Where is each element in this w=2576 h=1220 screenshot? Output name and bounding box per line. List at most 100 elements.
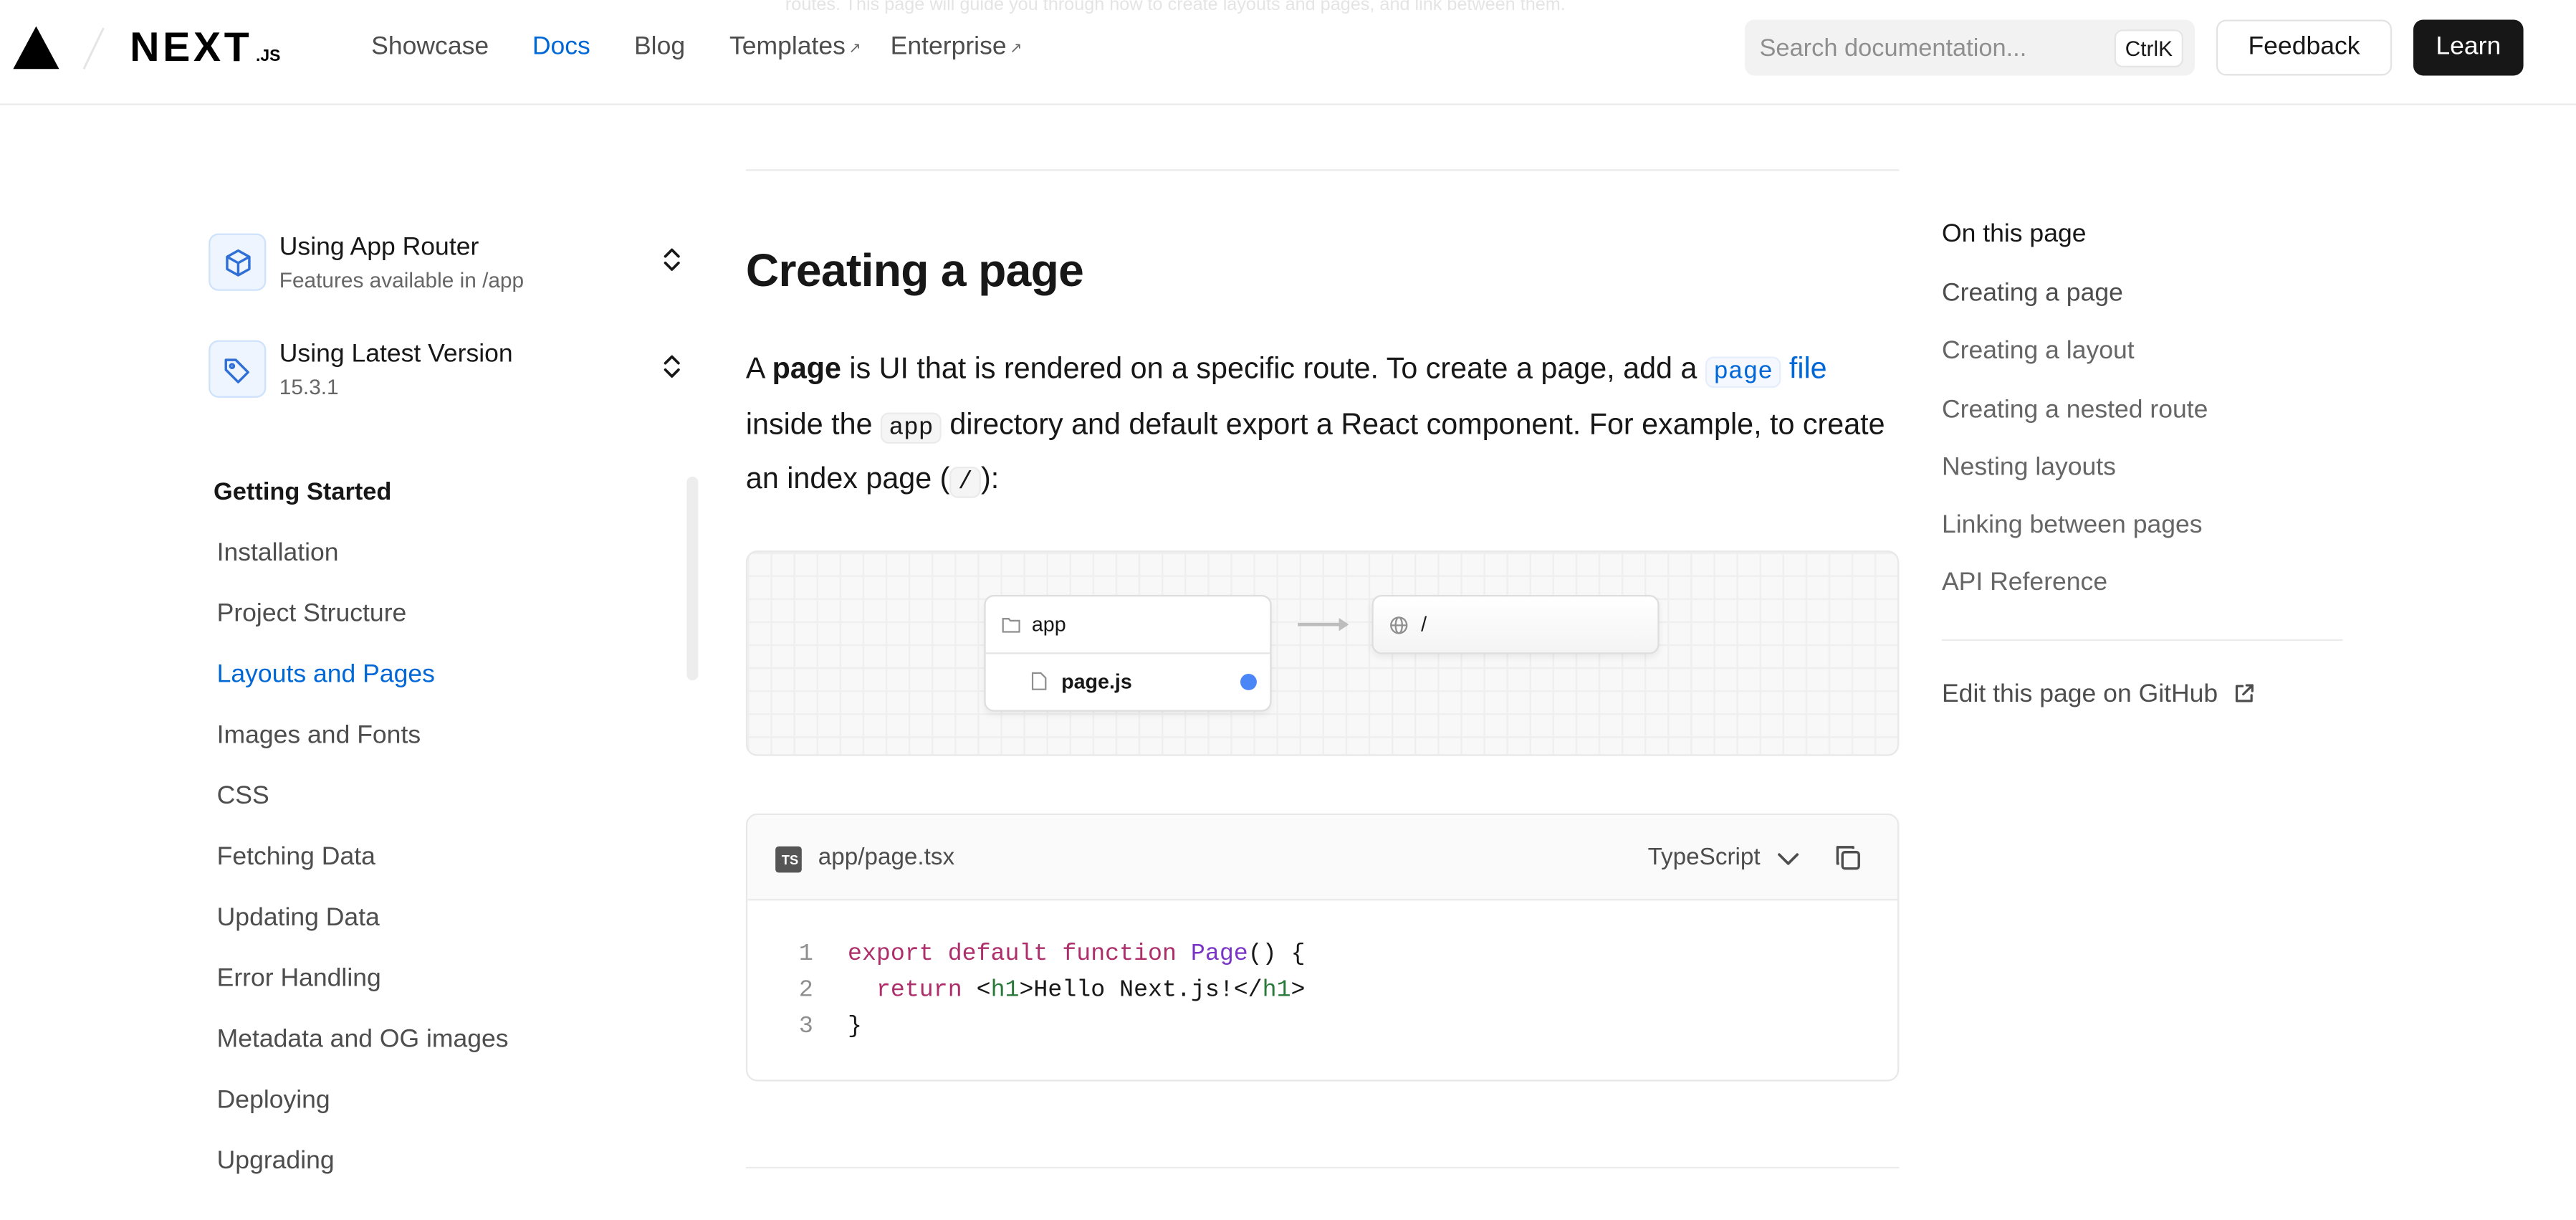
inline-code-slash: /	[949, 467, 981, 498]
learn-button[interactable]: Learn	[2413, 19, 2524, 76]
chevron-down-icon	[1777, 853, 1798, 865]
version-selector[interactable]: Using Latest Version 15.3.1	[209, 338, 691, 414]
sidebar-item-installation[interactable]: Installation	[217, 538, 339, 571]
nextjs-logo[interactable]: NEXT .JS	[130, 24, 281, 79]
code-token: h1	[990, 978, 1020, 1004]
line-number: 3	[798, 1014, 813, 1041]
external-link-icon: ↗	[848, 39, 861, 56]
edit-on-github-label: Edit this page on GitHub	[1941, 680, 2218, 709]
sidebar-item-layouts-and-pages[interactable]: Layouts and Pages	[217, 659, 435, 692]
sidebar-item-project-structure[interactable]: Project Structure	[217, 599, 407, 632]
diagram-file-label: page.js	[1061, 670, 1132, 694]
para-text: inside the	[745, 406, 881, 440]
sidebar-section-heading[interactable]: Getting Started	[214, 477, 391, 510]
nav-blog[interactable]: Blog	[634, 32, 685, 65]
sidebar-item-error-handling[interactable]: Error Handling	[217, 963, 381, 996]
code-line: 2 return <h1>Hello Next.js!</h1>	[747, 973, 1306, 1009]
copy-icon[interactable]	[1834, 843, 1863, 872]
typescript-file-icon: TS	[775, 846, 802, 873]
diagram-folder-box: app page.js	[984, 594, 1272, 712]
version-selector-subtitle: 15.3.1	[279, 374, 339, 400]
page-heading: Creating a page	[745, 244, 1084, 296]
sidebar-item-updating-data[interactable]: Updating Data	[217, 902, 380, 935]
sidebar-item-fetching-data[interactable]: Fetching Data	[217, 842, 375, 875]
intro-paragraph: A page is UI that is rendered on a speci…	[746, 343, 1904, 508]
code-token: function	[1062, 941, 1177, 968]
version-selector-title: Using Latest Version	[279, 340, 513, 368]
edit-on-github-link[interactable]: Edit this page on GitHub	[1942, 679, 2254, 712]
search-input[interactable]	[1759, 31, 2089, 65]
top-header: routes. This page will guide you through…	[0, 0, 2576, 105]
para-text: ):	[980, 462, 1000, 495]
sidebar-item-css[interactable]: CSS	[217, 781, 269, 814]
external-link-icon: ↗	[1010, 39, 1023, 56]
code-token: Page	[1190, 941, 1248, 968]
sidebar-item-deploying[interactable]: Deploying	[217, 1085, 330, 1117]
toc-item-creating-a-layout[interactable]: Creating a layout	[1942, 335, 2135, 368]
active-file-indicator	[1240, 674, 1257, 690]
code-token: <	[976, 978, 991, 1004]
code-filename: app/page.tsx	[818, 844, 955, 872]
vercel-logo-icon[interactable]	[13, 26, 59, 70]
diagram-route-box: /	[1371, 594, 1660, 654]
inline-code-page-link[interactable]: page	[1705, 356, 1781, 389]
nav-templates-label: Templates	[729, 32, 846, 61]
router-selector-title: Using App Router	[279, 233, 479, 262]
router-selector-subtitle: Features available in /app	[279, 267, 525, 293]
nav-templates[interactable]: Templates ↗	[729, 32, 861, 65]
para-text: A	[745, 351, 772, 385]
folder-icon	[1002, 618, 1020, 633]
nav-enterprise[interactable]: Enterprise ↗	[891, 32, 1023, 65]
code-token: h1	[1262, 978, 1291, 1004]
code-line: 1 export default function Page() {	[747, 937, 1306, 973]
file-icon	[1031, 672, 1047, 690]
file-link[interactable]: file	[1789, 352, 1827, 385]
toc-item-nesting-layouts[interactable]: Nesting layouts	[1942, 452, 2116, 485]
language-select-label: TypeScript	[1647, 844, 1761, 872]
nextjs-logo-suffix: .JS	[255, 47, 281, 66]
code-block-header: TS app/page.tsx TypeScript	[747, 815, 1898, 901]
nav-enterprise-label: Enterprise	[890, 32, 1007, 61]
sidebar-item-upgrading[interactable]: Upgrading	[217, 1145, 335, 1178]
diagram-folder-label: app	[1031, 613, 1066, 637]
code-token: default	[947, 941, 1048, 968]
language-select[interactable]: TypeScript	[1648, 843, 1799, 872]
toc-item-linking[interactable]: Linking between pages	[1942, 510, 2203, 543]
toc-divider	[1941, 639, 2343, 642]
line-number: 2	[798, 978, 813, 1004]
code-line: 3}	[747, 1009, 862, 1045]
para-text: is UI that is rendered on a specific rou…	[841, 351, 1705, 385]
chevron-up-down-icon	[664, 355, 680, 378]
external-link-icon	[2236, 684, 2254, 702]
toc-item-nested-route[interactable]: Creating a nested route	[1942, 394, 2208, 427]
diagram-route-label: /	[1421, 613, 1427, 637]
search-shortcut-badge: CtrlK	[2114, 29, 2183, 68]
slash-divider-icon	[82, 27, 105, 70]
nextjs-logo-word: NEXT	[130, 24, 253, 71]
chevron-up-down-icon	[664, 248, 680, 271]
code-token: () {	[1248, 941, 1306, 968]
toc-item-creating-a-page[interactable]: Creating a page	[1942, 277, 2123, 310]
code-token: return	[876, 978, 962, 1004]
sidebar-item-metadata[interactable]: Metadata and OG images	[217, 1024, 509, 1057]
scrolled-content-ghost: routes. This page will guide you through…	[785, 0, 1566, 15]
toc-item-api-reference[interactable]: API Reference	[1942, 567, 2107, 600]
route-diagram	[745, 551, 1900, 756]
nav-docs[interactable]: Docs	[532, 32, 590, 65]
para-bold: page	[772, 351, 841, 385]
section-divider	[745, 1166, 1900, 1169]
tag-icon	[209, 340, 267, 398]
sidebar-item-images-and-fonts[interactable]: Images and Fonts	[217, 720, 421, 753]
code-token: export	[848, 941, 934, 968]
code-block: TS app/page.tsx TypeScript 1 export defau…	[745, 813, 1900, 1082]
router-selector[interactable]: Using App Router Features available in /…	[209, 232, 691, 307]
line-number: 1	[798, 941, 813, 968]
nav-showcase[interactable]: Showcase	[371, 32, 489, 65]
code-token: >Hello Next.js!</	[1019, 978, 1263, 1004]
section-divider	[745, 169, 1900, 171]
sidebar-scrollbar[interactable]	[686, 476, 699, 681]
toc-heading: On this page	[1941, 220, 2087, 249]
cube-icon	[209, 233, 267, 291]
feedback-button[interactable]: Feedback	[2216, 19, 2393, 76]
code-token: }	[848, 1014, 862, 1041]
